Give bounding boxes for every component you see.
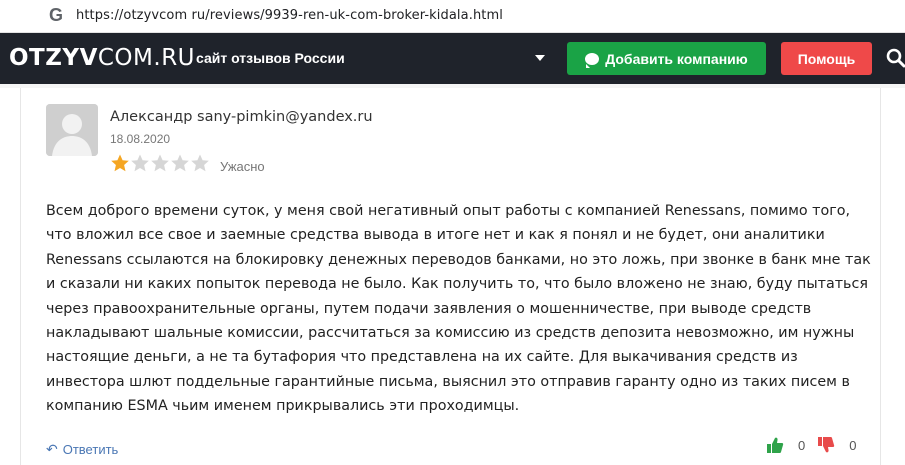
chat-bubble-icon [585, 52, 600, 68]
address-url[interactable]: https://otzyvcom ru/reviews/9939-ren-uk-… [76, 8, 503, 23]
thumbs-up-icon[interactable] [766, 436, 784, 454]
star-empty-icon [191, 154, 209, 172]
star-empty-icon [131, 154, 149, 172]
site-header: OTZYVCOM.RU сайт отзывов России Добавить… [0, 33, 905, 84]
star-filled-icon [111, 154, 129, 172]
review-text: Всем доброго времени суток, у меня свой … [46, 203, 871, 415]
header-divider [0, 84, 905, 88]
dislikes-count: 0 [849, 437, 857, 453]
review-author: Александр sany-pimkin@yandex.ru [110, 109, 373, 125]
logo-bold: OTZYV [9, 45, 98, 71]
browser-address-bar[interactable]: G https://otzyvcom ru/reviews/9939-ren-u… [0, 0, 905, 33]
thumbs-down-icon[interactable] [817, 436, 835, 454]
add-company-label: Добавить компанию [605, 50, 748, 67]
site-favicon-icon: G [49, 5, 64, 25]
site-logo[interactable]: OTZYVCOM.RU [9, 45, 195, 71]
search-icon[interactable] [886, 48, 905, 68]
logo-rest: COM.RU [97, 45, 196, 71]
star-empty-icon [171, 154, 189, 172]
reply-label: Ответить [62, 442, 119, 457]
avatar [46, 104, 98, 156]
help-button[interactable]: Помощь [781, 42, 872, 75]
add-company-button[interactable]: Добавить компанию [567, 42, 766, 75]
star-rating [110, 153, 210, 173]
star-empty-icon [151, 154, 169, 172]
likes-count: 0 [798, 437, 806, 453]
rating-label: Ужасно [220, 159, 265, 174]
vote-controls: 0 0 [766, 436, 868, 454]
review-date: 18.08.2020 [110, 132, 171, 146]
reply-link[interactable]: ↶ Ответить [46, 441, 118, 458]
content-border-right [880, 88, 881, 465]
user-placeholder-icon [46, 104, 98, 156]
chevron-down-icon[interactable] [535, 55, 545, 61]
site-tagline: сайт отзывов России [196, 50, 345, 66]
reply-arrow-icon: ↶ [46, 441, 58, 457]
content-border-left [20, 88, 21, 465]
